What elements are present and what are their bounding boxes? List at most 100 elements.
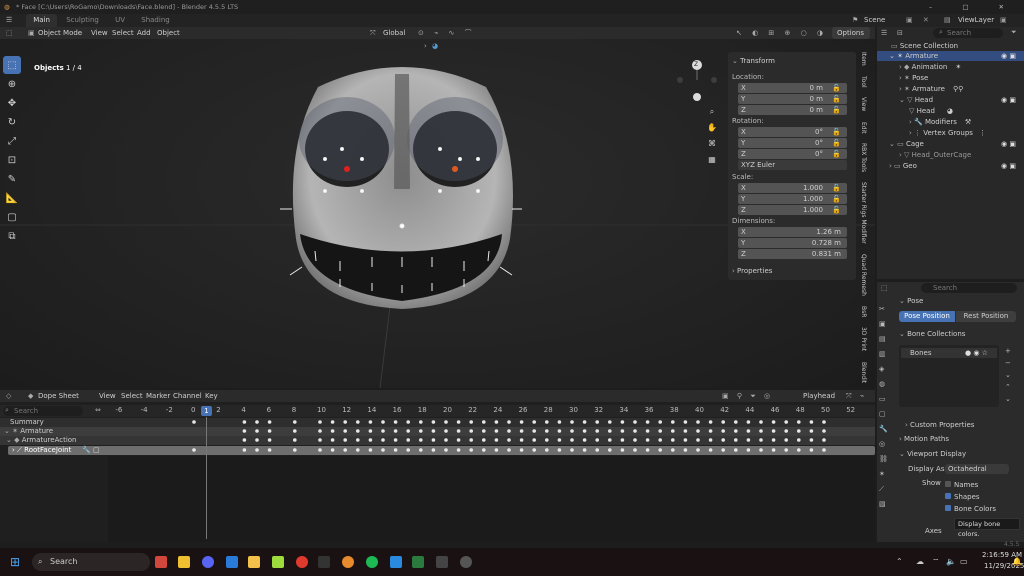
keyframe-marker[interactable] bbox=[293, 438, 297, 442]
keyframe-marker[interactable] bbox=[671, 438, 675, 442]
keyframe-marker[interactable] bbox=[721, 420, 725, 424]
outliner-row[interactable]: › ✶ Armature ⚲⚲ bbox=[899, 84, 963, 94]
keyframe-marker[interactable] bbox=[242, 420, 247, 424]
rest-position-button[interactable]: Rest Position bbox=[956, 311, 1016, 322]
keyframe-marker[interactable] bbox=[482, 448, 486, 452]
keyframe-marker[interactable] bbox=[822, 420, 826, 424]
keyframe-marker[interactable] bbox=[696, 448, 700, 452]
keyframe-marker[interactable] bbox=[343, 420, 348, 424]
keyframe-marker[interactable] bbox=[683, 448, 688, 452]
keyframe-marker[interactable] bbox=[771, 429, 776, 433]
keyframe-marker[interactable] bbox=[318, 429, 322, 433]
physics-props-icon[interactable]: ◎ bbox=[879, 437, 889, 452]
keyframe-marker[interactable] bbox=[784, 448, 788, 452]
move-down-icon[interactable]: ⌄ bbox=[1005, 393, 1011, 405]
keyframe-marker[interactable] bbox=[532, 429, 536, 433]
shapes-checkbox[interactable]: Shapes bbox=[945, 491, 996, 503]
keyframe-marker[interactable] bbox=[545, 448, 549, 452]
keyframe-marker[interactable] bbox=[444, 438, 448, 442]
keyframe-marker[interactable] bbox=[242, 438, 247, 442]
keyframe-marker[interactable] bbox=[343, 448, 348, 452]
keyframe-marker[interactable] bbox=[469, 448, 474, 452]
keyframe-marker[interactable] bbox=[381, 438, 385, 442]
keyframe-marker[interactable] bbox=[532, 448, 536, 452]
modifier-props-icon[interactable]: 🔧 bbox=[879, 422, 889, 437]
keyframe-marker[interactable] bbox=[368, 448, 373, 452]
outliner-row[interactable]: ▽ Head ◕ bbox=[909, 106, 953, 116]
keyframe-marker[interactable] bbox=[683, 429, 688, 433]
keyframe-marker[interactable] bbox=[582, 420, 587, 424]
keyframe-marker[interactable] bbox=[469, 429, 474, 433]
notepad-app-icon[interactable] bbox=[272, 556, 284, 568]
volume-icon[interactable]: 🔈 bbox=[946, 557, 956, 566]
render-props-icon[interactable]: ▣ bbox=[879, 317, 889, 332]
keyframe-marker[interactable] bbox=[444, 429, 448, 433]
keyframe-marker[interactable] bbox=[759, 420, 763, 424]
keyframe-marker[interactable] bbox=[431, 448, 436, 452]
keyframe-marker[interactable] bbox=[381, 429, 385, 433]
keyframe-marker[interactable] bbox=[671, 429, 675, 433]
keyframe-marker[interactable] bbox=[721, 438, 725, 442]
keyframe-marker[interactable] bbox=[293, 429, 297, 433]
keyframe-marker[interactable] bbox=[595, 448, 599, 452]
keyframe-marker[interactable] bbox=[482, 438, 486, 442]
visual-studio-icon[interactable] bbox=[226, 556, 238, 568]
keyframe-marker[interactable] bbox=[557, 420, 562, 424]
keyframe-marker[interactable] bbox=[482, 420, 486, 424]
keyframe-marker[interactable] bbox=[318, 448, 322, 452]
keyframe-marker[interactable] bbox=[393, 420, 398, 424]
keyframe-marker[interactable] bbox=[671, 420, 675, 424]
keyframe-marker[interactable] bbox=[809, 438, 814, 442]
keyframe-marker[interactable] bbox=[482, 429, 486, 433]
keyframe-marker[interactable] bbox=[255, 420, 259, 424]
outliner-row-selected[interactable]: ⌄ ✶ Armature ◉ ▣ bbox=[877, 51, 1024, 61]
outliner-row[interactable]: › 🔧 Modifiers ⚒ bbox=[909, 117, 971, 127]
motion-paths-section[interactable]: › Motion Paths bbox=[899, 434, 949, 444]
keyframe-marker[interactable] bbox=[822, 448, 826, 452]
keyframe-marker[interactable] bbox=[671, 448, 675, 452]
outliner-row[interactable]: ⌄ ▭ Cage ◉ ▣ bbox=[889, 139, 1016, 149]
keyframe-marker[interactable] bbox=[658, 438, 662, 442]
keyframe-marker[interactable] bbox=[456, 438, 461, 442]
keyframe-marker[interactable] bbox=[620, 438, 625, 442]
display-as-dropdown[interactable]: Octahedral bbox=[945, 464, 1009, 474]
bones-list-item[interactable]: Bones ● ◉ ☆ bbox=[901, 348, 997, 358]
keyframe-marker[interactable] bbox=[368, 420, 373, 424]
cloud-icon[interactable]: ☁ bbox=[916, 557, 924, 566]
keyframe-marker[interactable] bbox=[356, 420, 360, 424]
keyframe-marker[interactable] bbox=[708, 438, 713, 442]
bone-colors-checkbox[interactable]: Bone Colors bbox=[945, 503, 996, 515]
keyframe-marker[interactable] bbox=[608, 429, 612, 433]
keyframe-marker[interactable] bbox=[582, 438, 587, 442]
media-player-icon[interactable] bbox=[296, 556, 308, 568]
keyframe-marker[interactable] bbox=[456, 429, 461, 433]
discord-icon[interactable] bbox=[202, 556, 214, 568]
keyframe-marker[interactable] bbox=[633, 448, 637, 452]
keyframe-marker[interactable] bbox=[557, 438, 562, 442]
keyframe-marker[interactable] bbox=[494, 420, 499, 424]
terminal-icon[interactable] bbox=[318, 556, 330, 568]
keyframe-marker[interactable] bbox=[431, 438, 436, 442]
keyframe-marker[interactable] bbox=[318, 438, 322, 442]
keyframe-marker[interactable] bbox=[570, 448, 574, 452]
windows-start-icon[interactable]: ⊞ bbox=[10, 555, 20, 569]
keyframe-marker[interactable] bbox=[456, 448, 461, 452]
keyframe-marker[interactable] bbox=[734, 438, 738, 442]
keyframe-marker[interactable] bbox=[797, 448, 801, 452]
keyframe-marker[interactable] bbox=[330, 448, 335, 452]
keyframe-marker[interactable] bbox=[570, 429, 574, 433]
filter-icon[interactable]: ⊟ bbox=[897, 29, 903, 37]
brave-browser-icon[interactable] bbox=[155, 556, 167, 568]
keyframe-marker[interactable] bbox=[721, 448, 725, 452]
keyframe-marker[interactable] bbox=[797, 438, 801, 442]
pin-app-icon[interactable] bbox=[178, 556, 190, 568]
keyframe-marker[interactable] bbox=[708, 420, 713, 424]
battery-icon[interactable]: ▭ bbox=[960, 557, 968, 566]
keyframe-marker[interactable] bbox=[797, 420, 801, 424]
keyframe-marker[interactable] bbox=[456, 420, 461, 424]
keyframe-marker[interactable] bbox=[431, 420, 436, 424]
keyframe-marker[interactable] bbox=[620, 420, 625, 424]
keyframe-marker[interactable] bbox=[759, 448, 763, 452]
keyframe-marker[interactable] bbox=[330, 438, 335, 442]
keyframe-marker[interactable] bbox=[330, 429, 335, 433]
